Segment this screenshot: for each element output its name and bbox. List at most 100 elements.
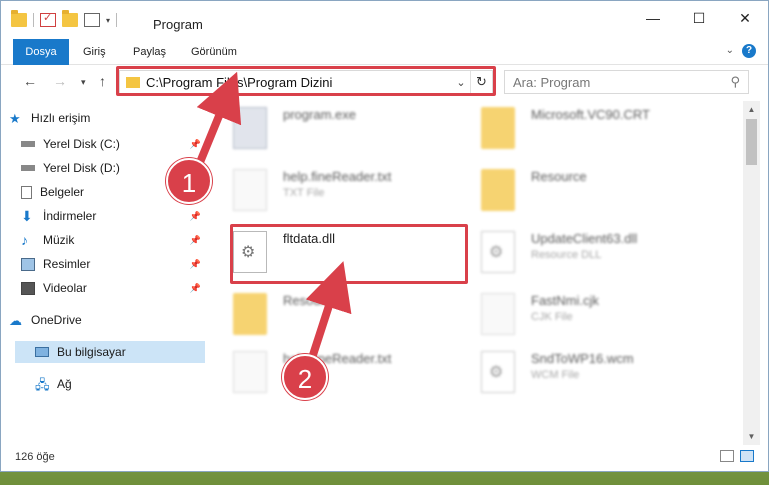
- forward-arrow-icon[interactable]: →: [53, 73, 67, 89]
- folder-item[interactable]: Resource: [481, 165, 721, 221]
- file-type: Resource DLL: [531, 249, 602, 261]
- explorer-window: ▾ Program — ☐ ✕ Dosya Giriş Paylaş Görün…: [0, 0, 769, 472]
- up-arrow-icon[interactable]: ↑: [99, 73, 106, 89]
- documents-icon: [21, 185, 32, 199]
- folder-item[interactable]: Resources: [233, 289, 473, 345]
- search-icon: ⚲: [730, 74, 740, 89]
- ribbon-tabs: Dosya Giriş Paylaş Görünüm ⌄ ?: [1, 39, 768, 95]
- search-placeholder: Ara: Program: [513, 74, 591, 90]
- search-input[interactable]: Ara: Program ⚲: [504, 70, 749, 94]
- file-icon: [481, 351, 515, 393]
- file-name: FastNmi.cjk: [531, 293, 599, 308]
- file-item[interactable]: UpdateClient63.dll Resource DLL: [481, 227, 721, 283]
- status-bar: 126 öğe: [1, 445, 768, 471]
- details-view-icon[interactable]: [720, 450, 734, 462]
- network-icon: 🖧: [35, 376, 50, 392]
- pin-icon: 📌: [189, 138, 201, 149]
- file-item[interactable]: SndToWP16.wcm WCM File: [481, 347, 721, 403]
- quick-access-toolbar: ▾: [11, 10, 118, 27]
- drive-icon: [21, 141, 35, 147]
- music-icon: ♪: [21, 231, 28, 248]
- pictures-icon: [21, 257, 35, 271]
- vertical-scrollbar[interactable]: ▲ ▼: [743, 101, 760, 445]
- file-name: Microsoft.VC90.CRT: [531, 107, 650, 122]
- title-bar: ▾ Program — ☐ ✕: [1, 1, 768, 39]
- file-type: CJK File: [531, 311, 573, 323]
- file-item-fltdata-dll[interactable]: fltdata.dll: [233, 227, 473, 283]
- sidebar-item-label: Yerel Disk (C:): [43, 137, 120, 151]
- customize-dropdown-icon[interactable]: ▾: [106, 16, 110, 25]
- file-name: Resource: [531, 169, 587, 184]
- sidebar-item-label: İndirmeler: [43, 209, 97, 223]
- sidebar-item-this-pc[interactable]: Bu bilgisayar: [15, 341, 205, 363]
- star-icon: ★: [9, 110, 21, 126]
- pin-icon: 📌: [189, 210, 201, 221]
- scroll-up-icon[interactable]: ▲: [743, 101, 760, 118]
- text-file-icon: [233, 169, 267, 211]
- scroll-down-icon[interactable]: ▼: [743, 428, 760, 445]
- file-item[interactable]: help.fineReader.txt TXT File: [233, 165, 473, 221]
- file-type: WCM File: [531, 369, 580, 381]
- file-icon: [481, 293, 515, 335]
- view-icon[interactable]: [84, 13, 100, 27]
- file-name: Resources: [283, 293, 346, 308]
- sidebar-item-local-disk-c[interactable]: Yerel Disk (C:) 📌: [21, 133, 207, 155]
- new-folder-icon[interactable]: [62, 10, 78, 27]
- drive-icon: [21, 165, 35, 171]
- file-name: help.fineReader.txt: [283, 169, 392, 184]
- folder-item[interactable]: Microsoft.VC90.CRT: [481, 103, 721, 159]
- sidebar-item-music[interactable]: ♪ Müzik 📌: [21, 229, 207, 251]
- sidebar-item-label: Bu bilgisayar: [57, 345, 126, 359]
- item-count: 126 öğe: [15, 451, 55, 463]
- address-dropdown-icon[interactable]: ⌄: [452, 76, 470, 89]
- file-item[interactable]: program.exe: [233, 103, 473, 159]
- help-icon[interactable]: ?: [742, 44, 756, 58]
- videos-icon: [21, 281, 35, 295]
- dll-file-icon: [481, 231, 515, 273]
- pin-icon: 📌: [189, 234, 201, 245]
- window-title: Program: [153, 17, 203, 32]
- computer-icon: [35, 347, 49, 357]
- sidebar-item-label: Ağ: [57, 377, 72, 391]
- properties-check-icon[interactable]: [40, 11, 56, 27]
- minimize-button[interactable]: —: [630, 1, 676, 35]
- address-path[interactable]: C:\Program Files\Program Dizini: [146, 75, 452, 90]
- tab-view[interactable]: Görünüm: [179, 39, 249, 65]
- file-item[interactable]: FastNmi.cjk CJK File: [481, 289, 721, 345]
- folder-icon: [481, 107, 515, 149]
- address-bar[interactable]: C:\Program Files\Program Dizini ⌄ ↻: [119, 70, 493, 94]
- sidebar-item-label: Hızlı erişim: [31, 111, 91, 125]
- scrollbar-thumb[interactable]: [746, 119, 757, 165]
- sidebar-item-videos[interactable]: Videolar 📌: [21, 277, 207, 299]
- dll-file-icon: [233, 231, 267, 273]
- back-arrow-icon[interactable]: ←: [23, 73, 37, 89]
- sidebar-item-label: Resimler: [43, 257, 91, 271]
- tab-share[interactable]: Paylaş: [121, 39, 178, 65]
- sidebar-item-pictures[interactable]: Resimler 📌: [21, 253, 207, 275]
- recent-dropdown-icon[interactable]: ▾: [81, 77, 86, 88]
- sidebar-item-quick-access[interactable]: ★ Hızlı erişim: [9, 107, 215, 129]
- folder-icon: [481, 169, 515, 211]
- file-name: fltdata.dll: [283, 231, 336, 246]
- large-icons-view-icon[interactable]: [740, 450, 754, 462]
- sidebar-item-onedrive[interactable]: ☁ OneDrive: [9, 309, 207, 331]
- step-badge-2: 2: [282, 354, 328, 400]
- close-button[interactable]: ✕: [722, 1, 768, 35]
- maximize-button[interactable]: ☐: [676, 1, 722, 35]
- tab-home[interactable]: Giriş: [71, 39, 118, 65]
- navigation-bar: ← → ▾ ↑ C:\Program Files\Program Dizini …: [1, 65, 768, 101]
- expand-ribbon-icon[interactable]: ⌄: [726, 45, 734, 56]
- file-name: UpdateClient63.dll: [531, 231, 638, 246]
- sidebar-item-label: Müzik: [43, 233, 75, 247]
- sidebar-item-label: Yerel Disk (D:): [43, 161, 120, 175]
- window-controls: — ☐ ✕: [630, 1, 768, 35]
- sidebar-item-network[interactable]: 🖧 Ağ: [35, 373, 207, 395]
- sidebar-item-downloads[interactable]: ⬇ İndirmeler 📌: [21, 205, 207, 227]
- pin-icon: 📌: [189, 258, 201, 269]
- file-type: TXT File: [283, 187, 325, 199]
- folder-icon: [11, 10, 27, 27]
- refresh-icon[interactable]: ↻: [470, 71, 492, 93]
- text-file-icon: [233, 351, 267, 393]
- file-item[interactable]: help.fineReader.txt: [233, 347, 473, 403]
- folder-icon: [126, 76, 140, 88]
